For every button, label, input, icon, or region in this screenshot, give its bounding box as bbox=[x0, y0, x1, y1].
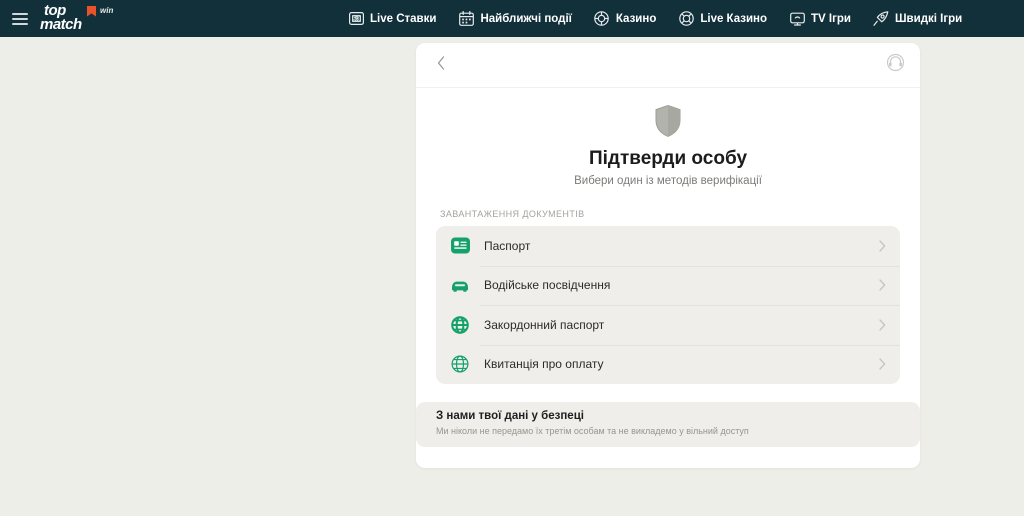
nav-item-label: TV Ігри bbox=[811, 12, 851, 25]
chevron-right-icon bbox=[879, 279, 886, 291]
main-nav: 5:3 Live Ставки Найближчі події Казино L… bbox=[348, 11, 962, 27]
method-row-international-passport[interactable]: Закордонний паспорт bbox=[436, 305, 900, 345]
globe-outline-icon bbox=[450, 354, 470, 374]
nav-item-fast-games[interactable]: Швидкі Ігри bbox=[873, 11, 962, 27]
nav-item-label: Live Казино bbox=[700, 12, 768, 25]
logo-text-match: match bbox=[40, 15, 82, 33]
method-label: Паспорт bbox=[484, 238, 531, 253]
calendar-icon bbox=[458, 11, 474, 27]
card-header bbox=[416, 43, 920, 88]
method-row-drivers-license[interactable]: Водійське посвідчення bbox=[436, 265, 900, 306]
nav-item-live-casino[interactable]: Live Казино bbox=[678, 11, 767, 27]
nav-item-upcoming-events[interactable]: Найближчі події bbox=[458, 11, 572, 27]
chevron-right-icon bbox=[879, 319, 886, 331]
method-label: Закордонний паспорт bbox=[484, 317, 605, 332]
chevron-right-icon bbox=[879, 358, 886, 370]
nav-item-tv-games[interactable]: TV Ігри bbox=[789, 11, 851, 27]
logo-text-win: win bbox=[100, 5, 114, 15]
id-card-icon bbox=[450, 236, 470, 256]
live-chip-icon bbox=[678, 11, 694, 27]
page-title: Підтверди особу bbox=[588, 148, 748, 169]
globe-filled-icon bbox=[450, 315, 470, 335]
chip-icon bbox=[594, 11, 610, 27]
car-icon bbox=[450, 275, 470, 295]
nav-item-casino[interactable]: Казино bbox=[594, 11, 656, 27]
verification-method-list: Паспорт Водійське посвідчення Закордонни… bbox=[436, 226, 900, 384]
support-headset-icon bbox=[886, 53, 905, 77]
method-row-passport[interactable]: Паспорт bbox=[436, 226, 900, 266]
chevron-left-icon bbox=[437, 55, 445, 75]
support-button[interactable] bbox=[882, 52, 908, 78]
method-label: Водійське посвідчення bbox=[484, 278, 611, 293]
privacy-notice-text: Ми ніколи не передамо їх третім особам т… bbox=[436, 426, 749, 436]
logo-flag-icon bbox=[87, 5, 96, 17]
page-subtitle: Вибери один із методів верифікації bbox=[574, 175, 762, 187]
tv-icon bbox=[789, 11, 805, 27]
chevron-right-icon bbox=[879, 240, 886, 252]
privacy-notice: З нами твої дані у безпеці Ми ніколи не … bbox=[416, 402, 920, 447]
nav-item-label: Найближчі події bbox=[480, 12, 572, 25]
section-label-documents: ЗАВАНТАЖЕННЯ ДОКУМЕНТІВ bbox=[440, 209, 585, 219]
method-label: Квитанція про оплату bbox=[484, 357, 604, 372]
nav-item-live-bets[interactable]: 5:3 Live Ставки bbox=[348, 11, 436, 27]
hero-section: Підтверди особу Вибери один із методів в… bbox=[416, 88, 920, 187]
rocket-icon bbox=[873, 11, 889, 27]
brand-logo[interactable]: top win match bbox=[40, 3, 126, 35]
hamburger-menu-icon[interactable] bbox=[12, 12, 28, 25]
svg-text:5:3: 5:3 bbox=[352, 17, 359, 23]
privacy-notice-title: З нами твої дані у безпеці bbox=[436, 410, 584, 422]
nav-item-label: Швидкі Ігри bbox=[895, 12, 963, 25]
nav-item-label: Live Ставки bbox=[370, 12, 437, 25]
top-navigation-bar: top win match 5:3 Live Ставки Найближчі … bbox=[0, 0, 1024, 37]
back-button[interactable] bbox=[428, 52, 454, 78]
nav-item-label: Казино bbox=[615, 12, 657, 25]
scoreboard-icon: 5:3 bbox=[348, 11, 364, 27]
shield-icon bbox=[416, 104, 920, 138]
method-row-payment-receipt[interactable]: Квитанція про оплату bbox=[436, 344, 900, 385]
